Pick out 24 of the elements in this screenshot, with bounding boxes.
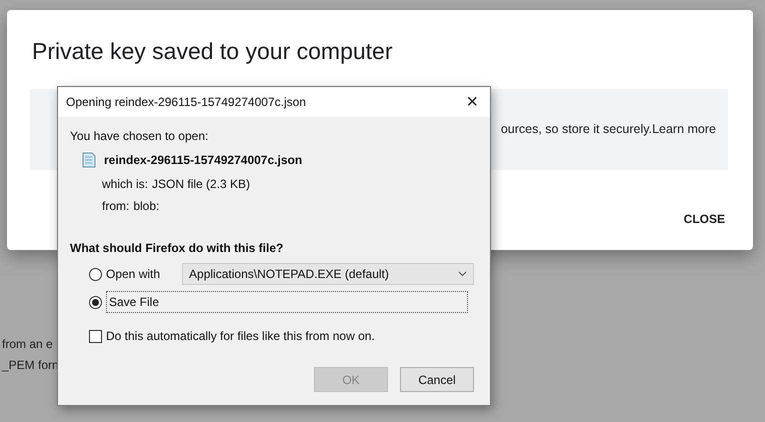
- detail-value: blob:: [133, 198, 160, 215]
- option-label: Save File: [106, 291, 468, 313]
- close-button[interactable]: ×: [462, 92, 482, 112]
- file-icon: [82, 152, 96, 168]
- option-label: Open with: [106, 266, 160, 283]
- notice-text: ources, so store it securely.: [500, 121, 652, 138]
- checkbox[interactable]: [89, 330, 102, 342]
- cancel-button[interactable]: Cancel: [400, 367, 474, 392]
- file-name: reindex-296115-15749274007c.json: [104, 152, 302, 169]
- chevron-icon: [458, 271, 468, 277]
- app-dropdown[interactable]: Applications\NOTEPAD.EXE (default): [182, 263, 474, 285]
- radio-button[interactable]: [89, 268, 102, 280]
- dialog-title: Private key saved to your computer: [32, 38, 392, 66]
- close-button[interactable]: CLOSE: [678, 206, 731, 232]
- intro-text: You have chosen to open:: [70, 128, 210, 145]
- page-text: from an e: [2, 336, 53, 353]
- detail-label: which is:: [102, 176, 148, 193]
- detail-label: from:: [102, 198, 130, 215]
- checkbox-label: Do this automatically for files like this from now on.: [106, 328, 375, 345]
- detail-value: JSON file (2.3 KB): [152, 176, 250, 193]
- window-title: Opening reindex-296115-15749274007c.json: [66, 94, 306, 111]
- question-text: What should Firefox do with this file?: [70, 240, 284, 257]
- learn-more-link[interactable]: Learn more: [652, 120, 716, 139]
- radio-button[interactable]: [89, 296, 102, 308]
